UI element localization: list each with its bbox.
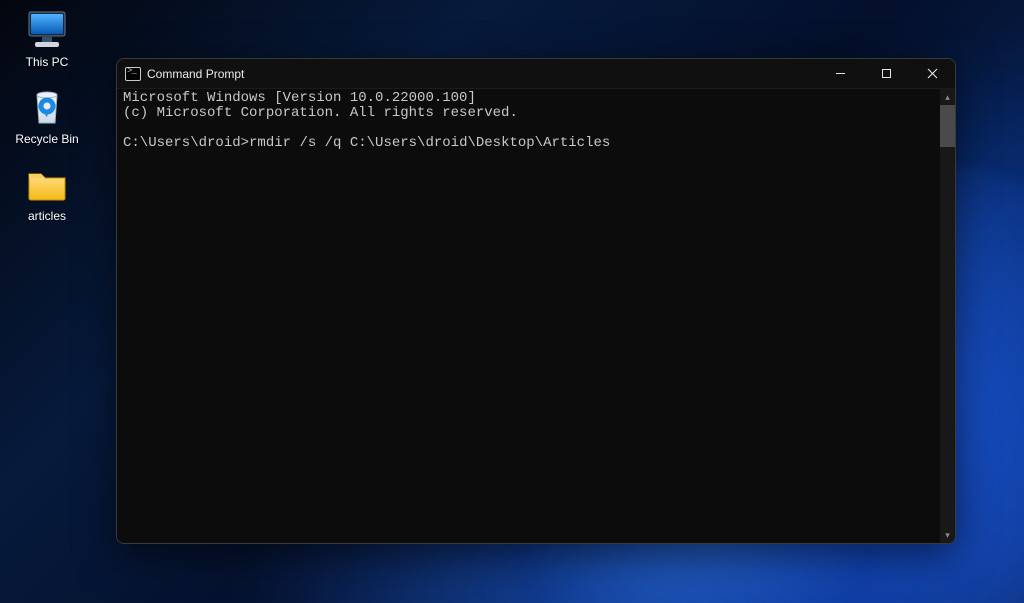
- terminal-prompt: C:\Users\droid>: [123, 135, 249, 151]
- minimize-button[interactable]: [817, 59, 863, 88]
- desktop-icon-recycle-bin[interactable]: Recycle Bin: [10, 85, 84, 146]
- command-prompt-window: Command Prompt Microsoft Windows [Versio…: [116, 58, 956, 544]
- this-pc-icon: [23, 8, 71, 52]
- terminal-line: (c) Microsoft Corporation. All rights re…: [123, 105, 518, 121]
- terminal-scrollbar[interactable]: ▴ ▾: [940, 89, 955, 543]
- scrollbar-up-arrow[interactable]: ▴: [940, 89, 955, 105]
- desktop-icon-label: This PC: [26, 55, 69, 69]
- desktop-icon-label: Recycle Bin: [15, 132, 78, 146]
- desktop-icon-articles[interactable]: articles: [10, 162, 84, 223]
- scrollbar-thumb[interactable]: [940, 105, 955, 147]
- cmd-icon: [125, 67, 141, 81]
- title-left: Command Prompt: [125, 67, 244, 81]
- desktop-icon-label: articles: [28, 209, 66, 223]
- articles-folder-icon: [23, 162, 71, 206]
- terminal-command: rmdir /s /q C:\Users\droid\Desktop\Artic…: [249, 135, 610, 151]
- window-buttons: [817, 59, 955, 88]
- titlebar[interactable]: Command Prompt: [117, 59, 955, 89]
- terminal-line: Microsoft Windows [Version 10.0.22000.10…: [123, 90, 476, 106]
- terminal[interactable]: Microsoft Windows [Version 10.0.22000.10…: [117, 89, 955, 543]
- recycle-bin-icon: [23, 85, 71, 129]
- close-button[interactable]: [909, 59, 955, 88]
- maximize-button[interactable]: [863, 59, 909, 88]
- window-title: Command Prompt: [147, 67, 244, 81]
- desktop-icons: This PC Recycle Bin: [10, 8, 84, 223]
- terminal-output: Microsoft Windows [Version 10.0.22000.10…: [123, 91, 937, 539]
- scrollbar-down-arrow[interactable]: ▾: [940, 527, 955, 543]
- desktop-icon-this-pc[interactable]: This PC: [10, 8, 84, 69]
